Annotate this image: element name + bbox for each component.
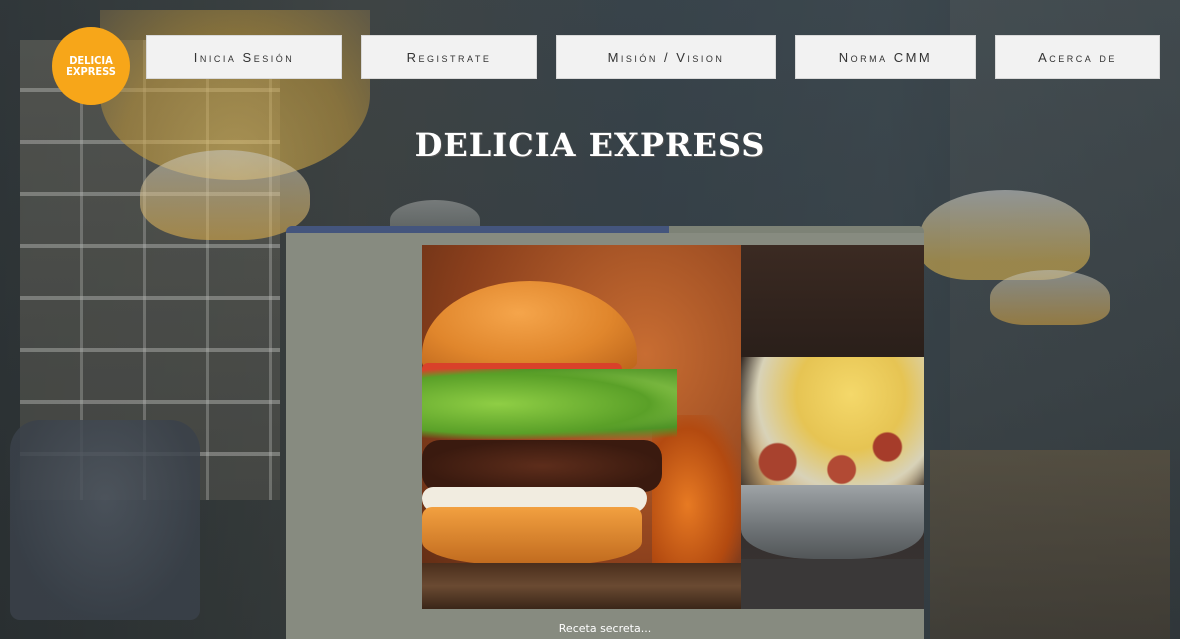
dish-image (741, 245, 924, 609)
carousel-progress-track (286, 226, 924, 233)
image-carousel[interactable]: Receta secreta... (286, 226, 924, 639)
nav-register-button[interactable]: Registrate (361, 35, 537, 79)
carousel-slide[interactable] (422, 245, 924, 609)
nav-about-button[interactable]: Acerca de (995, 35, 1160, 79)
carousel-progress-bar (286, 226, 669, 233)
lamp-decoration (990, 270, 1110, 325)
burger-image (422, 245, 741, 609)
logo-text-line2: EXPRESS (66, 65, 116, 78)
lamp-decoration (920, 190, 1090, 280)
brand-logo[interactable]: DELICIA EXPRESS (52, 27, 130, 105)
nav-cmm-button[interactable]: Norma CMM (795, 35, 976, 79)
carousel-caption: Receta secreta... (558, 622, 652, 635)
nav-login-button[interactable]: Inicia Sesión (146, 35, 342, 79)
background-table (930, 450, 1170, 639)
nav-mission-button[interactable]: Misión / Vision (556, 35, 776, 79)
background-sofa (10, 420, 200, 620)
page-title: DELICIA EXPRESS (414, 126, 766, 164)
